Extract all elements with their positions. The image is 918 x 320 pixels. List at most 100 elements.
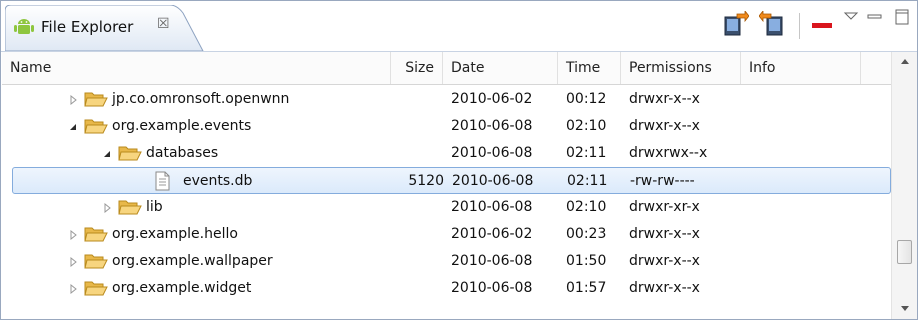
cell-permissions: drwxr-x--x — [629, 118, 700, 134]
file-icon — [155, 171, 170, 191]
table-row[interactable]: org.example.hello 2010-06-02 00:23 drwxr-x-… — [2, 221, 891, 248]
expand-arrow-expanded-icon[interactable] — [68, 122, 78, 132]
cell-info — [749, 221, 861, 248]
table-header: Name Size Date Time Permissions Info — [2, 52, 891, 85]
cell-size — [391, 248, 443, 275]
tab-title: File Explorer — [41, 18, 134, 36]
cell-date: 2010-06-08 — [451, 118, 533, 134]
close-tab-icon[interactable]: ☒ — [157, 16, 170, 32]
expand-arrow-collapsed-icon[interactable] — [68, 284, 78, 294]
folder-open-icon — [84, 119, 108, 134]
cell-size — [391, 140, 443, 167]
cell-name: lib — [146, 199, 163, 215]
table-row[interactable]: org.example.wallpaper 2010-06-08 01:50 drwx… — [2, 248, 891, 275]
cell-date: 2010-06-08 — [451, 199, 533, 215]
delete-icon — [812, 23, 832, 28]
cell-size — [391, 275, 443, 302]
cell-info — [749, 86, 861, 113]
folder-icon — [84, 281, 108, 296]
push-file-button[interactable] — [758, 9, 785, 41]
cell-info — [749, 275, 861, 302]
cell-name: jp.co.omronsoft.openwnn — [112, 91, 290, 107]
cell-permissions: drwxr-x--x — [629, 226, 700, 242]
view-menu-button[interactable] — [841, 7, 861, 37]
cell-time: 02:10 — [566, 118, 607, 134]
cell-time: 01:57 — [566, 280, 607, 296]
scrollbar-thumb[interactable] — [897, 240, 912, 264]
column-header-time[interactable]: Time — [558, 52, 621, 84]
folder-icon — [84, 254, 108, 269]
cell-size — [391, 194, 443, 221]
cell-time: 02:10 — [566, 199, 607, 215]
chevron-down-icon — [843, 12, 859, 20]
cell-info — [750, 168, 862, 195]
table-row[interactable]: lib 2010-06-08 02:10 drwxr-xr-x — [2, 194, 891, 221]
cell-date: 2010-06-08 — [452, 173, 534, 189]
cell-size — [391, 113, 443, 140]
pull-file-button[interactable] — [723, 9, 750, 41]
scroll-down-icon[interactable] — [901, 306, 909, 311]
cell-permissions: drwxr-xr-x — [629, 199, 700, 215]
delete-button[interactable] — [809, 11, 835, 41]
cell-date: 2010-06-08 — [451, 280, 533, 296]
pull-file-icon — [724, 9, 750, 36]
cell-time: 02:11 — [567, 173, 608, 189]
cell-time: 00:23 — [566, 226, 607, 242]
cell-name: org.example.hello — [112, 226, 238, 242]
cell-name: events.db — [183, 173, 253, 189]
file-explorer-view: File Explorer ☒ Name Size Date Time Perm… — [0, 0, 918, 320]
view-tab-bar: File Explorer ☒ — [1, 1, 917, 52]
cell-date: 2010-06-02 — [451, 226, 533, 242]
push-file-icon — [758, 9, 783, 36]
expand-arrow-expanded-icon[interactable] — [102, 149, 112, 159]
file-table: Name Size Date Time Permissions Info jp.… — [2, 52, 891, 319]
cell-info — [749, 248, 861, 275]
cell-date: 2010-06-08 — [451, 253, 533, 269]
table-row[interactable]: databases 2010-06-08 02:11 drwxrwx--x — [2, 140, 891, 167]
cell-permissions: drwxrwx--x — [629, 145, 708, 161]
table-row[interactable]: org.example.events 2010-06-08 02:10 drwxr-x… — [2, 113, 891, 140]
toolbar-separator — [799, 13, 800, 39]
minimize-icon — [867, 14, 882, 19]
cell-size: 5120 — [408, 173, 444, 189]
expand-arrow-collapsed-icon[interactable] — [68, 257, 78, 267]
cell-info — [749, 194, 861, 221]
cell-time: 02:11 — [566, 145, 607, 161]
column-header-info[interactable]: Info — [741, 52, 861, 84]
cell-name: org.example.events — [112, 118, 252, 134]
column-header-size[interactable]: Size — [391, 52, 443, 84]
cell-date: 2010-06-02 — [451, 91, 533, 107]
cell-name: org.example.widget — [112, 280, 252, 296]
folder-open-icon — [118, 146, 142, 161]
folder-icon — [118, 200, 142, 215]
cell-name: databases — [146, 145, 219, 161]
column-header-name[interactable]: Name — [2, 52, 391, 84]
minimize-button[interactable] — [865, 7, 885, 37]
cell-info — [749, 140, 861, 167]
vertical-scrollbar[interactable] — [891, 52, 917, 319]
folder-icon — [84, 227, 108, 242]
cell-size — [391, 221, 443, 248]
table-row[interactable]: org.example.widget 2010-06-08 01:57 drwxr-x… — [2, 275, 891, 302]
expand-arrow-collapsed-icon[interactable] — [102, 203, 112, 213]
cell-permissions: -rw-rw---- — [630, 173, 695, 189]
cell-permissions: drwxr-x--x — [629, 91, 700, 107]
expand-arrow-collapsed-icon[interactable] — [68, 95, 78, 105]
maximize-button[interactable] — [891, 7, 913, 37]
column-header-permissions[interactable]: Permissions — [621, 52, 741, 84]
android-icon — [14, 19, 34, 34]
expand-arrow-collapsed-icon[interactable] — [68, 230, 78, 240]
cell-permissions: drwxr-x--x — [629, 253, 700, 269]
cell-info — [749, 113, 861, 140]
column-header-date[interactable]: Date — [443, 52, 558, 84]
table-row[interactable]: jp.co.omronsoft.openwnn 2010-06-02 00:12 dr… — [2, 86, 891, 113]
cell-permissions: drwxr-x--x — [629, 280, 700, 296]
scroll-up-icon[interactable] — [901, 59, 909, 64]
cell-time: 00:12 — [566, 91, 607, 107]
cell-date: 2010-06-08 — [451, 145, 533, 161]
tab-file-explorer[interactable]: File Explorer ☒ — [5, 5, 205, 51]
cell-time: 01:50 — [566, 253, 607, 269]
folder-icon — [84, 92, 108, 107]
table-row[interactable]: events.db 5120 2010-06-08 02:11 -rw-rw---- — [12, 167, 891, 194]
maximize-icon — [895, 9, 909, 25]
